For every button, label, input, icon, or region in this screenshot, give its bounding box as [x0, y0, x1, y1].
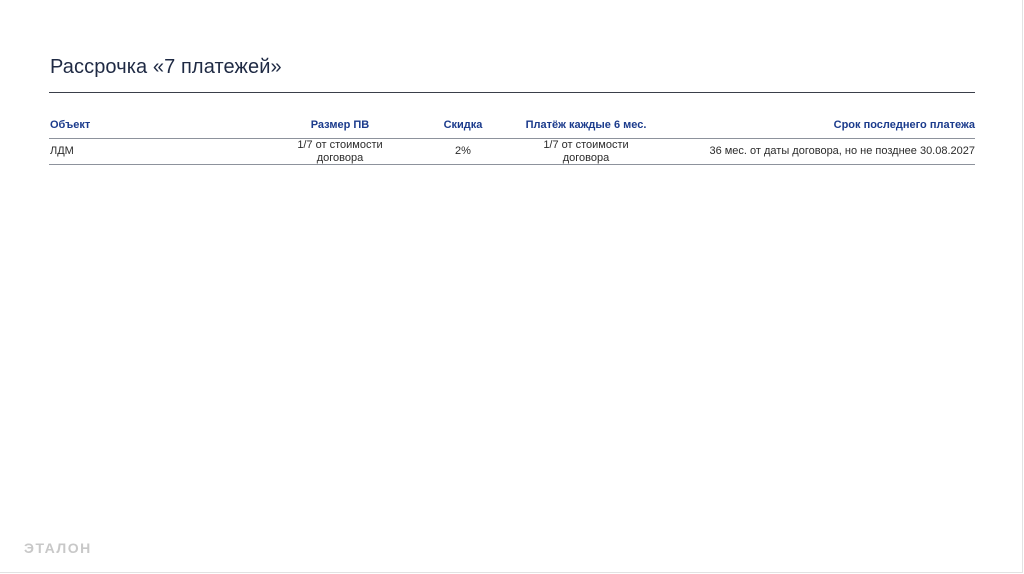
- header-last-payment-term: Срок последнего платежа: [833, 119, 975, 131]
- cell-object: ЛДМ: [50, 145, 74, 157]
- slide-frame: [0, 0, 1023, 573]
- header-down-payment: Размер ПВ: [310, 119, 370, 131]
- installment-table: Объект Размер ПВ Скидка Платёж каждые 6 …: [49, 113, 975, 165]
- table-row: ЛДМ 1/7 от стоимости договора 2% 1/7 от …: [49, 139, 975, 165]
- title-divider: [49, 92, 975, 93]
- cell-discount: 2%: [455, 145, 471, 157]
- header-object: Объект: [50, 119, 91, 131]
- cell-down-payment: 1/7 от стоимости договора: [297, 139, 383, 164]
- table-header-row: Объект Размер ПВ Скидка Платёж каждые 6 …: [49, 113, 975, 139]
- cell-last-payment-term: 36 мес. от даты договора, но не позднее …: [709, 145, 975, 157]
- brand-logo: ЭТАЛОН: [24, 540, 92, 556]
- header-discount: Скидка: [443, 119, 483, 131]
- header-payment: Платёж каждые 6 мес.: [525, 119, 647, 131]
- cell-payment: 1/7 от стоимости договора: [543, 139, 629, 164]
- page-title: Рассрочка «7 платежей»: [50, 56, 282, 78]
